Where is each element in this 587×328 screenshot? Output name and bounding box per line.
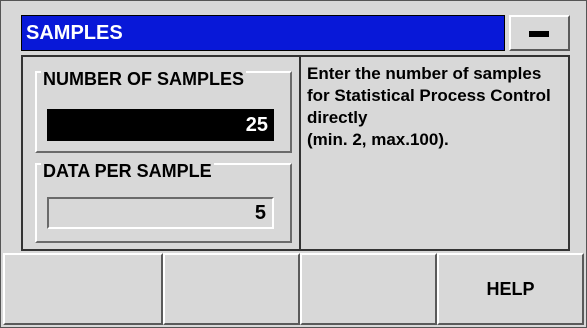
number-of-samples-label: NUMBER OF SAMPLES (41, 69, 247, 90)
help-line: (min. 2, max.100). (307, 130, 449, 149)
input-section: NUMBER OF SAMPLES 25 DATA PER SAMPLE 5 (25, 59, 298, 247)
dash-icon (529, 31, 549, 37)
help-line: for Statistical Process Control (307, 86, 551, 105)
help-softkey-label: HELP (486, 279, 535, 299)
panel-divider (299, 57, 301, 249)
number-of-samples-value: 25 (245, 114, 268, 136)
data-per-sample-group: DATA PER SAMPLE 5 (35, 161, 292, 243)
data-per-sample-value: 5 (254, 202, 266, 224)
screen: SAMPLES NUMBER OF SAMPLES 25 DATA PER SA… (0, 0, 587, 328)
softkey-1[interactable] (3, 253, 163, 325)
title-bar: SAMPLES (21, 15, 505, 51)
softkey-bar: HELP (3, 253, 584, 325)
softkey-3[interactable] (300, 253, 437, 325)
data-per-sample-input[interactable]: 5 (47, 197, 274, 229)
minimize-button[interactable] (509, 15, 570, 51)
help-line: directly (307, 108, 368, 127)
help-softkey[interactable]: HELP (437, 253, 584, 325)
window-title: SAMPLES (26, 22, 123, 44)
number-of-samples-group: NUMBER OF SAMPLES 25 (35, 69, 292, 153)
help-line: Enter the number of samples (307, 64, 542, 83)
softkey-2[interactable] (163, 253, 300, 325)
number-of-samples-input[interactable]: 25 (47, 109, 274, 141)
help-text: Enter the number of samples for Statisti… (307, 63, 565, 151)
data-per-sample-label: DATA PER SAMPLE (41, 161, 214, 182)
dialog-panel: NUMBER OF SAMPLES 25 DATA PER SAMPLE 5 E… (21, 55, 570, 251)
